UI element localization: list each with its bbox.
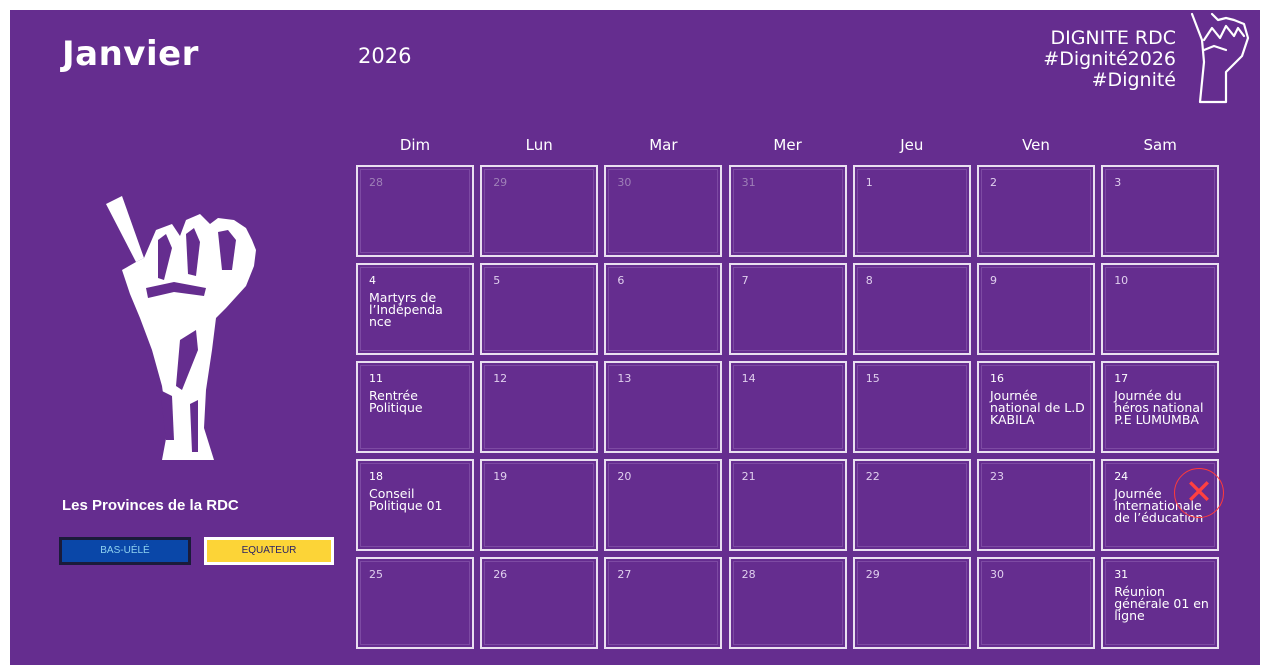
day-number: 31 [1114,568,1129,581]
day-number: 22 [865,470,880,483]
calendar-day-cell[interactable]: 13 [604,361,723,453]
day-number: 25 [369,568,383,581]
weekday-label: Jeu [900,136,924,154]
year-label: 2026 [358,44,412,68]
day-number: 19 [493,470,508,483]
day-number: 3 [1114,176,1122,189]
day-number: 29 [865,568,880,581]
calendar-day-cell[interactable]: 8 [852,263,971,355]
calendar-day-cell[interactable]: 3 [1101,165,1220,257]
calendar-day-cell[interactable]: 25 [356,557,474,649]
event-label: Conseil Politique 01 [369,486,443,513]
weekday-label: Mer [773,136,802,154]
weekday-label: Dim [399,136,431,154]
day-number: 11 [369,372,383,385]
close-icon: ✕ [1184,472,1214,513]
day-number: 29 [493,176,508,189]
calendar-day-cell[interactable]: 2 [977,165,1095,257]
day-number: 13 [617,372,632,385]
calendar-day-cell[interactable]: 4 Martyrs de l’Indépenda nce [356,263,474,355]
calendar-day-cell[interactable]: 16 Journée national de L.D KABILA [977,361,1095,453]
day-number: 14 [741,372,756,385]
calendar-day-cell[interactable]: 19 [480,459,599,551]
day-number: 30 [617,176,632,189]
calendar-page: Janvier 2026 DIGNITE RDC #Dignité2026 #D… [10,10,1260,665]
brand-line: DIGNITE RDC [1050,27,1176,49]
calendar-day-cell[interactable]: 12 [480,361,599,453]
day-number: 6 [617,274,625,287]
brand-hashtag: #Dignité2026 [1043,48,1176,70]
day-number: 23 [990,470,1004,483]
calendar-day-cell[interactable]: 22 [852,459,971,551]
calendar-day-cell[interactable]: 18 Conseil Politique 01 [356,459,474,551]
calendar-day-cell[interactable]: 30 [604,165,723,257]
day-number: 28 [369,176,383,189]
day-number: 2 [990,176,997,189]
day-number: 5 [493,274,501,287]
weekday-label: Ven [1022,136,1050,154]
day-number: 21 [741,470,756,483]
calendar-day-cell[interactable]: 21 [728,459,847,551]
day-number: 12 [493,372,508,385]
weekday-label: Mar [649,136,678,154]
day-number: 16 [990,372,1004,385]
weekday-label: Lun [525,136,553,154]
day-number: 4 [369,274,376,287]
day-number: 18 [369,470,383,483]
day-number: 10 [1114,274,1129,287]
calendar-day-cell[interactable]: 27 [604,557,723,649]
day-number: 1 [865,176,873,189]
calendar-day-cell[interactable]: 1 [852,165,971,257]
day-number: 28 [741,568,756,581]
calendar-day-cell[interactable]: 31 [728,165,847,257]
close-button[interactable]: ✕ [1174,468,1224,518]
calendar-day-cell[interactable]: 28 [356,165,474,257]
raised-fist-icon [1190,12,1250,104]
day-number: 7 [741,274,749,287]
event-label: Martyrs de l’Indépenda nce [369,290,443,329]
day-number: 26 [493,568,508,581]
month-title: Janvier [62,34,199,74]
provinces-title: Les Provinces de la RDC [62,497,239,514]
day-number: 17 [1114,372,1129,385]
calendar-day-cell[interactable]: 10 [1101,263,1220,355]
day-number: 20 [617,470,632,483]
calendar-day-cell[interactable]: 23 [977,459,1095,551]
event-label: Rentrée Politique [369,388,423,415]
calendar-day-cell[interactable]: 29 [480,165,599,257]
calendar-day-cell[interactable]: 30 [977,557,1095,649]
day-number: 31 [741,176,756,189]
calendar-day-cell[interactable]: 14 [728,361,847,453]
brand-block: DIGNITE RDC #Dignité2026 #Dignité [1043,28,1176,91]
day-number: 15 [865,372,880,385]
event-label: Journée du héros national P.E LUMUMBA [1114,388,1204,427]
calendar-day-cell[interactable]: 17 Journée du héros national P.E LUMUMBA [1101,361,1220,453]
day-number: 27 [617,568,632,581]
calendar-day-cell[interactable]: 11 Rentrée Politique [356,361,474,453]
day-number: 24 [1114,470,1129,483]
calendar-day-cell[interactable]: 29 [852,557,971,649]
day-number: 8 [865,274,873,287]
calendar-day-cell[interactable]: 7 [728,263,847,355]
calendar-day-cell[interactable]: 26 [480,557,599,649]
weekday-label: Sam [1143,136,1177,154]
event-label: Journée national de L.D KABILA [990,388,1085,427]
calendar-day-cell[interactable]: 5 [480,263,599,355]
calendar-day-cell[interactable]: 28 [728,557,847,649]
calendar-day-cell[interactable]: 15 [852,361,971,453]
province-button-bas-uele[interactable]: BAS-UÉLÉ [59,537,191,565]
calendar-day-cell[interactable]: 31 Réunion générale 01 en ligne [1101,557,1220,649]
raised-fist-icon [106,196,256,460]
brand-hashtag: #Dignité [1091,69,1176,91]
calendar-day-cell[interactable]: 20 [604,459,723,551]
calendar-day-cell[interactable]: 6 [604,263,723,355]
province-button-equateur[interactable]: EQUATEUR [204,537,334,565]
event-label: Réunion générale 01 en ligne [1114,584,1209,623]
day-number: 30 [990,568,1004,581]
calendar-day-cell[interactable]: 9 [977,263,1095,355]
day-number: 9 [990,274,997,287]
